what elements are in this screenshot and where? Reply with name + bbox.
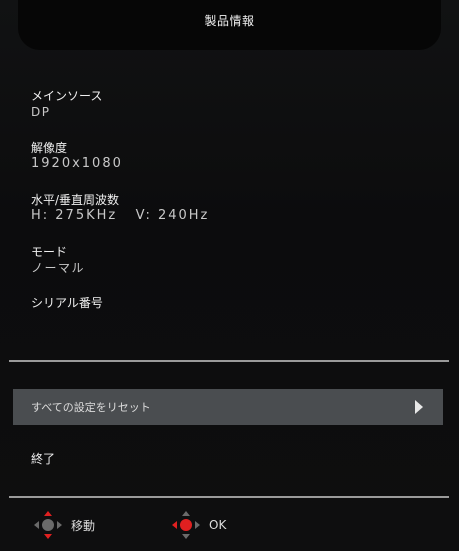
chevron-right-icon (415, 400, 423, 414)
resolution-value: 1920x1080 (31, 156, 123, 171)
reset-all-settings-label: すべての設定をリセット (31, 401, 151, 414)
osd-screen: 製品情報 メインソース DP 解像度 1920x1080 水平/垂直周波数 H:… (0, 0, 459, 551)
product-info-panel: 製品情報 メインソース DP 解像度 1920x1080 水平/垂直周波数 H:… (0, 0, 459, 551)
page-title: 製品情報 (204, 14, 255, 28)
mode-value: ノーマル (31, 261, 86, 275)
legend-move-label: 移動 (71, 518, 96, 533)
mode-label: モード (31, 245, 68, 259)
main-source-value: DP (31, 105, 51, 119)
frequency-value: H: 275KHz V: 240Hz (31, 208, 210, 223)
main-source-label: メインソース (31, 89, 103, 103)
exit-menu-item[interactable]: 終了 (31, 450, 55, 467)
legend-move: 移動 (33, 510, 95, 540)
frequency-info: 水平/垂直周波数 H: 275KHz V: 240Hz (31, 192, 209, 224)
header-tab: 製品情報 (18, 0, 441, 50)
dpad-press-icon (171, 510, 201, 540)
divider-bottom (9, 496, 449, 498)
serial-info: シリアル番号 (31, 295, 103, 311)
mode-info: モード ノーマル (31, 244, 85, 276)
legend-ok-label: OK (209, 518, 227, 532)
resolution-label: 解像度 (31, 141, 68, 155)
frequency-label: 水平/垂直周波数 (31, 193, 120, 207)
serial-label: シリアル番号 (31, 296, 103, 310)
resolution-info: 解像度 1920x1080 (31, 140, 123, 172)
main-source-info: メインソース DP (31, 88, 102, 120)
legend-ok: OK (171, 510, 226, 540)
dpad-updown-icon (33, 510, 63, 540)
divider-top (9, 360, 449, 362)
reset-all-settings-item[interactable]: すべての設定をリセット (13, 389, 443, 425)
